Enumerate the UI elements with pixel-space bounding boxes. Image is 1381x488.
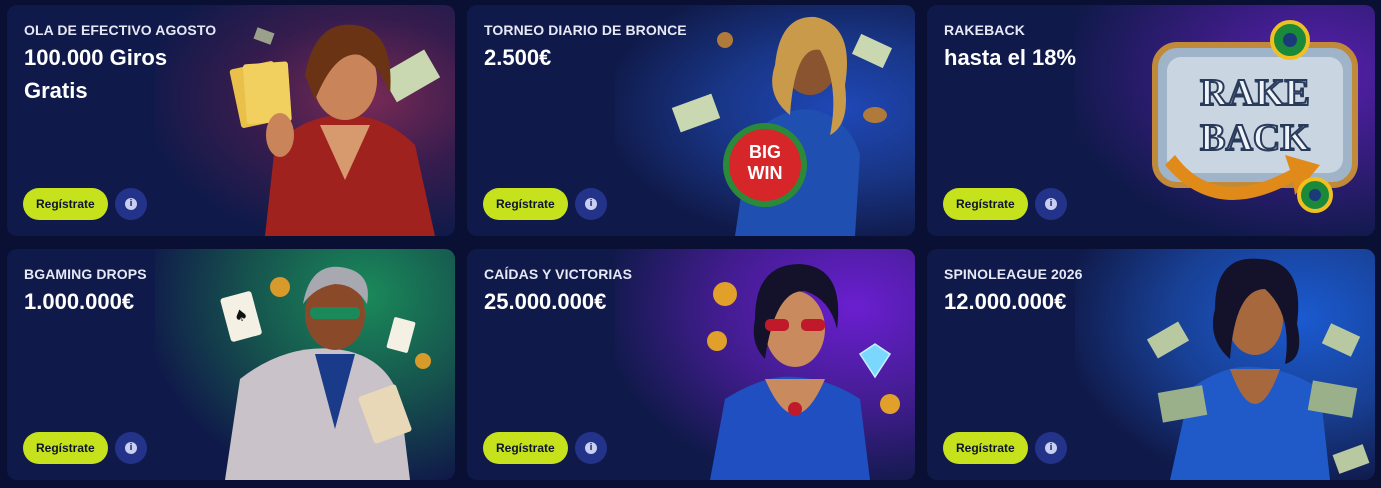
- promo-title: 25.000.000€: [484, 289, 607, 314]
- promo-title: 1.000.000€: [24, 289, 135, 314]
- promo-title: 12.000.000€: [944, 289, 1067, 314]
- register-button[interactable]: Regístrate: [483, 432, 568, 464]
- info-button[interactable]: i: [115, 188, 147, 220]
- woman-blue-suit-illustration: BIG WIN: [671, 16, 893, 236]
- info-icon: i: [1045, 442, 1057, 454]
- info-icon: i: [585, 198, 597, 210]
- register-button[interactable]: Regístrate: [943, 188, 1028, 220]
- promo-kicker: SPINOLEAGUE 2026: [944, 266, 1083, 282]
- promo-kicker: OLA DE EFECTIVO AGOSTO: [24, 22, 217, 38]
- promo-card-bronze-tournament[interactable]: BIG WIN TORNEO DIARIO DE BRONCE 2.500€ R…: [467, 5, 915, 236]
- promo-card-bgaming-drops[interactable]: ♠ BGAMING DROPS 1.000.000€ Regístrate i: [7, 249, 455, 480]
- rakeback-chest-illustration: RAKE BACK: [1152, 20, 1358, 213]
- svg-text:WIN: WIN: [748, 163, 783, 183]
- register-button[interactable]: Regístrate: [483, 188, 568, 220]
- info-button[interactable]: i: [1035, 432, 1067, 464]
- register-button[interactable]: Regístrate: [943, 432, 1028, 464]
- woman-red-suit-illustration: [229, 24, 441, 236]
- big-win-text: BIG: [749, 142, 781, 162]
- man-silver-suit-illustration: ♠: [220, 266, 431, 480]
- svg-text:BACK: BACK: [1200, 117, 1310, 159]
- info-button[interactable]: i: [1035, 188, 1067, 220]
- promo-kicker: CAÍDAS Y VICTORIAS: [484, 266, 633, 282]
- promo-card-rakeback[interactable]: RAKE BACK RAKEBACK hasta el 18% Regístra…: [927, 5, 1375, 236]
- promo-kicker: TORNEO DIARIO DE BRONCE: [484, 22, 687, 38]
- promo-title: 100.000 Giros Gratis: [24, 45, 168, 103]
- info-icon: i: [585, 442, 597, 454]
- info-button[interactable]: i: [115, 432, 147, 464]
- info-icon: i: [125, 442, 137, 454]
- promo-kicker: RAKEBACK: [944, 22, 1025, 38]
- promo-card-cash-wave[interactable]: OLA DE EFECTIVO AGOSTO 100.000 Giros Gra…: [7, 5, 455, 236]
- promo-title: hasta el 18%: [944, 45, 1077, 70]
- info-icon: i: [1045, 198, 1057, 210]
- svg-text:RAKE: RAKE: [1200, 72, 1310, 114]
- info-button[interactable]: i: [575, 188, 607, 220]
- info-button[interactable]: i: [575, 432, 607, 464]
- register-button[interactable]: Regístrate: [23, 188, 108, 220]
- info-icon: i: [125, 198, 137, 210]
- woman-blue-dress-illustration: [707, 264, 900, 480]
- woman-cash-illustration: [1146, 258, 1370, 480]
- register-button[interactable]: Regístrate: [23, 432, 108, 464]
- promo-title: 2.500€: [484, 45, 552, 70]
- promotions-grid: OLA DE EFECTIVO AGOSTO 100.000 Giros Gra…: [0, 0, 1381, 488]
- promo-kicker: BGAMING DROPS: [24, 266, 147, 282]
- promo-card-drops-wins[interactable]: CAÍDAS Y VICTORIAS 25.000.000€ Regístrat…: [467, 249, 915, 480]
- promo-card-spinoleague[interactable]: SPINOLEAGUE 2026 12.000.000€ Regístrate …: [927, 249, 1375, 480]
